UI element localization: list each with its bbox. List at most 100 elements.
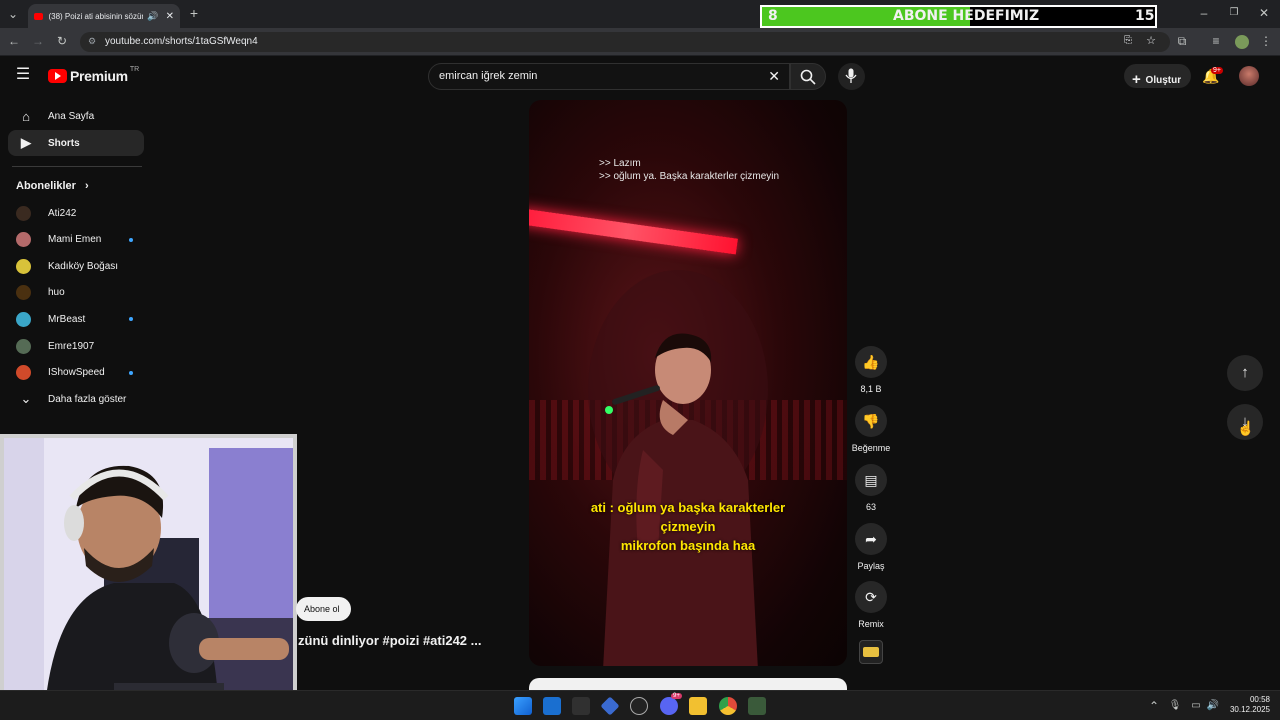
like-button[interactable]: 👍 8,1 B <box>853 346 889 394</box>
search-button[interactable] <box>790 63 826 90</box>
outlook-icon[interactable] <box>543 697 561 715</box>
youtube-logo[interactable]: Premium TR <box>48 66 139 84</box>
new-tab-icon[interactable]: + <box>186 6 202 20</box>
new-content-dot <box>129 317 133 322</box>
tray-network-icon[interactable]: ▭ <box>1188 699 1204 713</box>
hamburger-menu-icon[interactable]: ☰ <box>15 67 31 83</box>
webcam-scene <box>4 438 293 716</box>
logo-text: Premium <box>70 68 128 84</box>
clear-search-icon[interactable]: ✕ <box>768 68 780 85</box>
reading-list-icon[interactable]: ≡ <box>1208 34 1224 48</box>
overlay-line-2: >> oğlum ya. Başka karakterler çizmeyin <box>599 171 780 182</box>
tray-mic-icon[interactable]: 🎙 <box>1167 699 1183 713</box>
browser-menu-icon[interactable]: ⋮ <box>1258 34 1274 48</box>
site-info-icon[interactable]: ⚙ <box>88 36 96 47</box>
channel-name: Ati242 <box>48 207 77 219</box>
windows-taskbar: 9+ ⌃ 🎙 ▭ 🔊 00:58 30.12.2025 <box>0 690 1280 720</box>
caption-line-2: çizmeyin <box>660 519 716 534</box>
subscription-item[interactable]: Kadıköy Boğası <box>8 253 144 279</box>
app-diamond-icon[interactable] <box>600 696 620 716</box>
dislike-label: Beğenme <box>851 443 891 453</box>
thumbs-up-icon: 👍 <box>855 346 887 378</box>
shorts-icon: ▶ <box>21 135 31 150</box>
sidebar-item-shorts[interactable]: ▶ Shorts <box>8 130 144 156</box>
extensions-icon[interactable]: ⧉ <box>1174 34 1190 48</box>
streamer-webcam <box>0 434 297 720</box>
goal-target: 15 <box>1135 8 1155 24</box>
notifications-button[interactable]: 🔔 9+ <box>1202 67 1223 86</box>
share-icon: ➦ <box>855 523 887 555</box>
subscription-item[interactable]: IShowSpeed <box>8 360 144 386</box>
channel-name: MrBeast <box>48 313 86 325</box>
subscribe-button[interactable]: Abone ol <box>296 597 351 621</box>
search-input[interactable]: emircan iğrek zemin ✕ <box>428 63 790 90</box>
channel-name: huo <box>48 287 65 299</box>
share-button[interactable]: ➦ Paylaş <box>853 523 889 571</box>
minimize-icon[interactable]: – <box>1196 6 1212 20</box>
sidebar-item-home[interactable]: ⌂ Ana Sayfa <box>8 103 144 129</box>
maximize-icon[interactable]: ❐ <box>1226 6 1242 20</box>
browser-tab[interactable]: (38) Poizi ati abisinin sözün 🔊 ✕ <box>28 4 180 28</box>
url-text: youtube.com/shorts/1taGSfWeqn4 <box>105 36 258 47</box>
windows-start-icon[interactable] <box>514 697 532 715</box>
channel-name: IShowSpeed <box>48 367 105 379</box>
subscription-item[interactable]: Mami Emen <box>8 227 144 253</box>
channel-avatar <box>16 205 31 221</box>
sound-thumbnail[interactable] <box>859 640 883 664</box>
account-avatar[interactable] <box>1239 66 1259 86</box>
clock[interactable]: 00:58 30.12.2025 <box>1226 695 1270 715</box>
shorts-video-player[interactable]: >> Lazım >> oğlum ya. Başka karakterler … <box>529 100 847 666</box>
video-title[interactable]: zünü dinliyor #poizi #ati242 ... <box>298 633 481 648</box>
remix-label: Remix <box>858 619 884 629</box>
chevron-down-icon: ⌄ <box>20 391 32 406</box>
sound-logo-icon <box>863 647 879 657</box>
audio-icon[interactable]: 🔊 <box>147 11 158 22</box>
chrome-icon[interactable] <box>719 697 737 715</box>
channel-name: Mami Emen <box>48 234 102 246</box>
comment-icon: ▤ <box>855 464 887 496</box>
mouse-cursor-icon: ☝ <box>1237 420 1255 436</box>
show-more-button[interactable]: ⌄ Daha fazla göster <box>8 386 144 412</box>
goal-label: ABONE HEDEFIMIZ <box>893 8 1040 24</box>
discord-badge: 9+ <box>671 693 682 699</box>
obs-icon[interactable] <box>630 697 648 715</box>
capcut-icon[interactable] <box>572 697 590 715</box>
discord-icon[interactable] <box>660 697 678 715</box>
tray-chevron-icon[interactable]: ⌃ <box>1146 699 1162 713</box>
subscription-item[interactable]: huo <box>8 280 144 306</box>
caption-line-3: mikrofon başında haa <box>620 538 756 553</box>
new-content-dot <box>129 370 133 375</box>
subscriptions-heading[interactable]: Abonelikler › <box>16 180 89 192</box>
channel-avatar <box>16 258 31 274</box>
tray-volume-icon[interactable]: 🔊 <box>1205 699 1221 713</box>
bookmark-star-icon[interactable]: ☆ <box>1146 34 1156 47</box>
file-explorer-icon[interactable] <box>689 697 707 715</box>
youtube-favicon-icon <box>34 12 44 20</box>
voice-search-button[interactable] <box>838 63 865 90</box>
comments-button[interactable]: ▤ 63 <box>853 464 889 512</box>
previous-video-button[interactable]: ↑ <box>1227 355 1263 391</box>
subscription-item[interactable]: Emre1907 <box>8 333 144 359</box>
performer-figure <box>588 270 768 666</box>
channel-avatar <box>16 365 31 381</box>
url-field[interactable]: ⚙ youtube.com/shorts/1taGSfWeqn4 ⎘ ☆ <box>80 32 1170 52</box>
window-close-icon[interactable]: ✕ <box>1256 6 1272 20</box>
forward-icon[interactable]: → <box>30 34 46 48</box>
back-icon[interactable]: ← <box>6 34 22 48</box>
clock-date: 30.12.2025 <box>1229 705 1270 714</box>
tab-close-icon[interactable]: ✕ <box>166 11 174 22</box>
create-button[interactable]: + Oluştur <box>1124 64 1191 88</box>
profile-avatar[interactable] <box>1235 35 1249 49</box>
create-label: Oluştur <box>1145 75 1182 86</box>
subscription-item[interactable]: Ati242 <box>8 200 144 226</box>
remix-icon: ⟳ <box>855 581 887 613</box>
install-icon[interactable]: ⎘ <box>1124 35 1132 46</box>
subscription-item[interactable]: MrBeast <box>8 306 144 332</box>
chevron-right-icon: › <box>84 180 89 192</box>
overlay-line-1: >> Lazım <box>599 158 641 169</box>
tab-search-icon[interactable]: ⌄ <box>5 7 21 21</box>
app-game-icon[interactable] <box>748 697 766 715</box>
remix-button[interactable]: ⟳ Remix <box>853 581 889 629</box>
reload-icon[interactable]: ↻ <box>54 34 70 48</box>
dislike-button[interactable]: 👎 Beğenme <box>849 405 893 453</box>
